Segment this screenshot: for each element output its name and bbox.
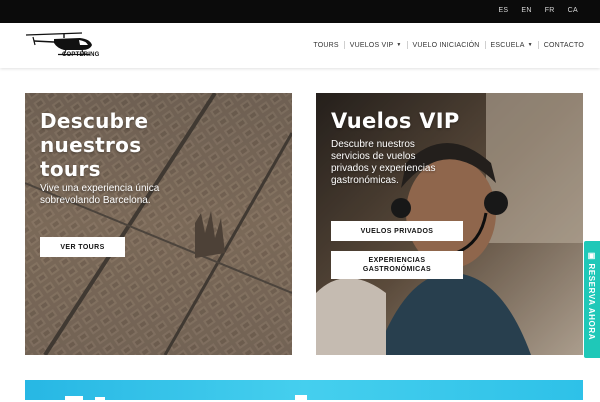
nav-vuelo-iniciacion[interactable]: VUELO INICIACIÓN (413, 42, 480, 49)
nav-contacto-label: CONTACTO (543, 41, 584, 49)
tours-title: Descubre nuestros tours (40, 109, 148, 181)
tours-description-line: sobrevolando Barcelona. (40, 195, 151, 206)
nav-divider (484, 41, 486, 49)
calendar-icon: ▣ (587, 251, 596, 261)
nav-divider (343, 41, 345, 49)
nav-escuela[interactable]: ESCUELA ▼ (491, 42, 533, 49)
gastro-button-line: EXPERIENCIAS (368, 257, 426, 264)
nav-contacto[interactable]: CONTACTO (544, 42, 584, 49)
brand-name: COPTERING (62, 52, 100, 58)
vip-title: Vuelos VIP (331, 109, 460, 133)
reserva-ahora-text: RESERVA AHORA (587, 263, 596, 341)
vip-description-line: Descubre nuestros (331, 139, 415, 150)
lang-en-link[interactable]: EN (521, 7, 531, 14)
experiencias-gastronomicas-button[interactable]: EXPERIENCIAS GASTRONÓMICAS (331, 251, 463, 279)
main-nav: TOURS VUELOS VIP ▼ VUELO INICIACIÓN ESCUE… (313, 41, 584, 49)
tours-title-line: nuestros (40, 133, 142, 157)
ver-tours-button[interactable]: VER TOURS (40, 237, 125, 257)
site-header: COPTERING TOURS VUELOS VIP ▼ VUELO INICIA… (0, 23, 600, 68)
vip-description: Descubre nuestros servicios de vuelos pr… (331, 139, 436, 187)
vuelos-privados-button[interactable]: VUELOS PRIVADOS (331, 221, 463, 241)
gastro-button-line: GASTRONÓMICAS (362, 266, 432, 273)
lang-ca-link[interactable]: CA (568, 7, 578, 14)
tours-description-line: Vive una experiencia única (40, 183, 160, 194)
nav-escuela-label: ESCUELA (490, 41, 525, 49)
nav-vuelos-vip[interactable]: VUELOS VIP ▼ (350, 42, 402, 49)
tours-description: Vive una experiencia única sobrevolando … (40, 183, 159, 207)
vip-description-line: privados y experiencias (331, 163, 436, 174)
bottom-banner (25, 380, 583, 402)
tours-card[interactable]: Descubre nuestros tours Vive una experie… (25, 93, 292, 355)
caret-down-icon: ▼ (527, 42, 533, 48)
vip-card[interactable]: Vuelos VIP Descubre nuestros servicios d… (316, 93, 583, 355)
tours-title-line: tours (40, 157, 101, 181)
nav-tours[interactable]: TOURS (313, 42, 338, 49)
lang-fr-link[interactable]: FR (545, 7, 555, 14)
lang-es-link[interactable]: ES (498, 7, 508, 14)
vip-description-line: servicios de vuelos (331, 151, 416, 162)
language-switcher: ES EN FR CA (498, 7, 578, 14)
vip-description-line: gastronómicas. (331, 175, 399, 186)
banner-heading-partial (65, 395, 307, 402)
language-bar: ES EN FR CA (0, 0, 600, 23)
nav-vuelo-iniciacion-label: VUELO INICIACIÓN (412, 41, 480, 49)
reserva-ahora-label: ▣ RESERVA AHORA (587, 251, 596, 340)
caret-down-icon: ▼ (396, 42, 402, 48)
nav-vuelos-vip-label: VUELOS VIP (349, 41, 394, 49)
brand-logo[interactable]: COPTERING (24, 30, 100, 60)
nav-divider (406, 41, 408, 49)
tours-title-line: Descubre (40, 109, 149, 133)
nav-tours-label: TOURS (313, 41, 339, 49)
nav-divider (537, 41, 539, 49)
reserva-ahora-tab[interactable]: ▣ RESERVA AHORA (584, 241, 600, 358)
